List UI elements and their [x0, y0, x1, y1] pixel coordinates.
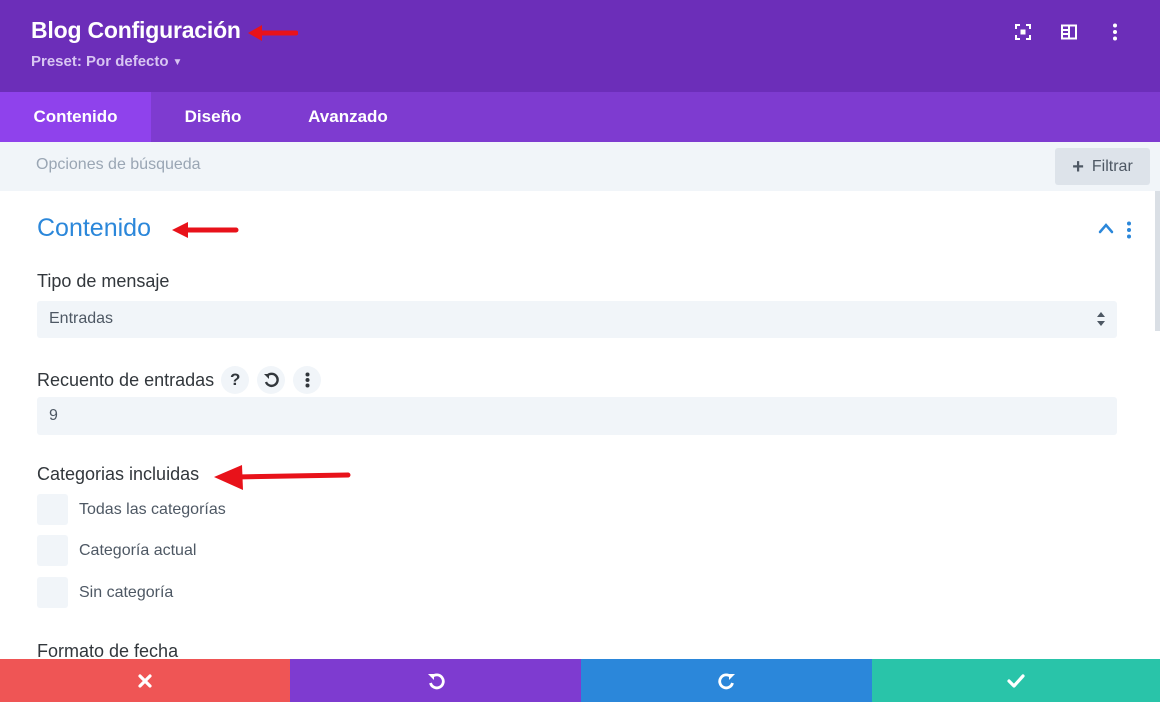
preset-selector[interactable]: Preset: Por defecto ▼ [31, 53, 182, 70]
category-option-label: Categoría actual [79, 541, 197, 559]
redo-button[interactable] [581, 659, 872, 702]
focus-icon[interactable] [1000, 22, 1046, 42]
filter-label: Filtrar [1091, 157, 1133, 175]
tab-avanzado[interactable]: Avanzado [275, 92, 421, 142]
post-type-value: Entradas [49, 310, 114, 327]
post-type-label: Tipo de mensaje [37, 271, 170, 291]
chevron-up-icon[interactable] [1098, 222, 1114, 234]
save-button[interactable] [872, 659, 1160, 702]
tab-diseno[interactable]: Diseño [151, 92, 275, 142]
category-option-all[interactable]: Todas las categorías [37, 494, 226, 525]
check-icon [1007, 673, 1025, 688]
post-type-select[interactable]: Entradas [37, 301, 1117, 338]
undo-button[interactable] [290, 659, 581, 702]
search-bar: + Filtrar [0, 142, 1160, 191]
tab-bar: Contenido Diseño Avanzado [0, 92, 1160, 142]
help-icon[interactable]: ? [221, 366, 250, 394]
checkbox[interactable] [37, 494, 68, 525]
annotation-arrow [248, 25, 298, 41]
plus-icon: + [1072, 155, 1084, 178]
modal-title: Blog Configuración [31, 17, 241, 43]
more-vertical-icon[interactable] [1092, 22, 1138, 42]
action-bar [0, 659, 1160, 702]
post-count-input[interactable] [37, 397, 1117, 435]
checkbox[interactable] [37, 577, 68, 608]
annotation-arrow [214, 465, 351, 490]
caret-down-icon: ▼ [172, 57, 183, 68]
post-count-label: Recuento de entradas [37, 369, 215, 390]
category-option-label: Todas las categorías [79, 500, 226, 518]
close-icon [138, 673, 152, 688]
modal-header: Blog Configuración Preset: Por defecto ▼ [0, 0, 1160, 92]
discard-button[interactable] [0, 659, 290, 702]
split-view-icon[interactable] [1046, 22, 1092, 42]
category-option-current[interactable]: Categoría actual [37, 535, 196, 566]
select-arrows-icon [1097, 312, 1105, 326]
tab-contenido[interactable]: Contenido [0, 92, 151, 142]
annotation-arrow [172, 222, 239, 238]
post-count-label-row: Recuento de entradas ? [37, 366, 329, 394]
section-title[interactable]: Contenido [37, 214, 151, 243]
section-more-icon[interactable] [1126, 221, 1132, 239]
search-input[interactable] [36, 156, 636, 174]
scrollbar[interactable] [1155, 191, 1160, 331]
field-more-icon[interactable] [293, 366, 322, 394]
category-option-uncategorized[interactable]: Sin categoría [37, 577, 173, 608]
header-icons [1000, 22, 1138, 42]
categories-label: Categorias incluidas [37, 464, 200, 484]
undo-icon [427, 673, 445, 689]
filter-button[interactable]: + Filtrar [1055, 148, 1150, 185]
reset-icon[interactable] [257, 366, 286, 394]
preset-label: Preset: Por defecto [31, 53, 169, 70]
redo-icon [717, 673, 735, 689]
checkbox[interactable] [37, 535, 68, 566]
category-option-label: Sin categoría [79, 583, 174, 601]
